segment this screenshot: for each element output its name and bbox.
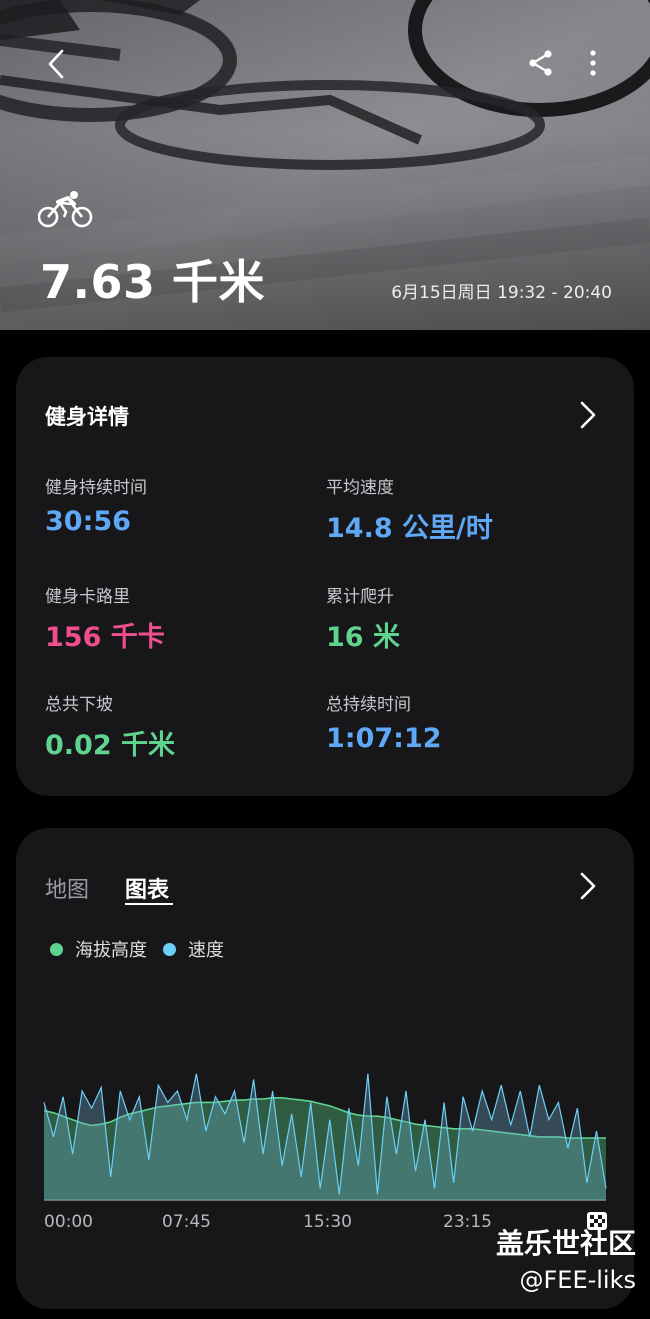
metric-value: 0.02 千米	[45, 730, 176, 761]
metric-average-speed: 平均速度 14.8 公里/时	[326, 473, 606, 545]
card-title-details: 健身详情	[45, 405, 129, 429]
x-tick-label: 23:15	[443, 1212, 492, 1232]
x-tick-label: 15:30	[303, 1212, 352, 1232]
x-tick-label: 00:00	[44, 1212, 93, 1232]
metric-calories: 健身卡路里 156 千卡	[45, 582, 325, 654]
watermark-user: @FEE-liks	[519, 1266, 636, 1294]
metric-value: 16 米	[326, 622, 400, 653]
workout-details-card[interactable]: 健身详情 健身持续时间 30:56 平均速度 14.8 公里/时 健身卡路里 1…	[16, 357, 634, 796]
metric-value: 14.8 公里/时	[326, 513, 493, 544]
metric-elevation-gain: 累计爬升 16 米	[326, 582, 606, 654]
metric-label: 总持续时间	[326, 695, 411, 715]
metric-label: 总共下坡	[45, 695, 113, 715]
metric-label: 健身卡路里	[45, 587, 130, 607]
metric-total-duration: 总持续时间 1:07:12	[326, 690, 606, 754]
back-button[interactable]	[40, 48, 72, 80]
watermark-community: 盖乐世社区	[495, 1227, 636, 1260]
metric-total-descent: 总共下坡 0.02 千米	[45, 690, 325, 762]
more-options-button[interactable]	[578, 46, 608, 80]
chevron-left-icon	[48, 49, 64, 79]
cycling-icon	[38, 191, 93, 228]
share-button[interactable]	[524, 46, 558, 80]
metric-workout-duration: 健身持续时间 30:56	[45, 473, 325, 537]
chevron-right-icon	[580, 401, 596, 429]
metric-value: 156 千卡	[45, 622, 165, 653]
x-tick-label: 07:45	[162, 1212, 211, 1232]
details-open-button[interactable]	[576, 399, 600, 431]
hero-banner: 7.63 千米 6月15日周日 19:32 - 20:40	[0, 0, 650, 330]
workout-datetime: 6月15日周日 19:32 - 20:40	[391, 283, 612, 303]
more-vertical-icon	[590, 50, 596, 76]
metric-label: 健身持续时间	[45, 478, 147, 498]
metric-value: 30:56	[45, 506, 131, 537]
total-distance: 7.63 千米	[40, 255, 266, 309]
share-icon	[529, 50, 552, 76]
metric-value: 1:07:12	[326, 723, 442, 754]
metric-label: 累计爬升	[326, 587, 394, 607]
metric-label: 平均速度	[326, 478, 394, 498]
